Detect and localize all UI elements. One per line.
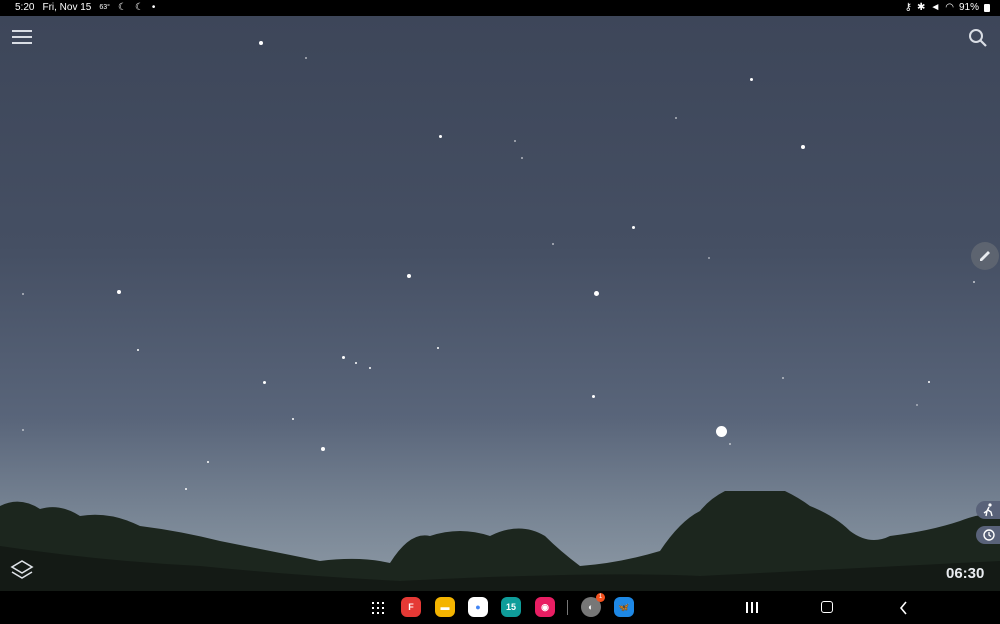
star[interactable] <box>22 429 24 431</box>
star[interactable] <box>521 157 523 159</box>
sky-time-display[interactable]: 06:30 <box>946 565 984 582</box>
home-icon[interactable] <box>821 601 833 613</box>
star[interactable] <box>342 356 345 359</box>
planet[interactable] <box>716 426 727 437</box>
star[interactable] <box>22 293 24 295</box>
history-button[interactable] <box>976 526 1000 544</box>
star[interactable] <box>407 274 411 278</box>
star[interactable] <box>750 78 753 81</box>
layers-icon[interactable] <box>10 558 34 582</box>
back-icon[interactable] <box>898 601 910 615</box>
star[interactable] <box>592 395 595 398</box>
files-app-icon[interactable]: ▬ <box>435 597 455 617</box>
star[interactable] <box>305 57 307 59</box>
search-icon[interactable] <box>968 28 988 48</box>
stargazing-screen: 5:20 Fri, Nov 15 63° ☾ ☾ • ⚷ ✱ ◄ ◠ 91% 0… <box>0 0 1000 624</box>
star[interactable] <box>514 140 516 142</box>
history-icon <box>983 529 995 541</box>
star[interactable] <box>137 349 139 351</box>
star[interactable] <box>207 461 209 463</box>
star[interactable] <box>916 404 918 406</box>
battery-percentage: 91% <box>958 2 979 13</box>
star[interactable] <box>259 41 263 45</box>
calendar-app-icon[interactable]: 15 <box>501 597 521 617</box>
star[interactable] <box>355 362 357 364</box>
star[interactable] <box>185 488 187 490</box>
sky-view[interactable] <box>0 16 1000 591</box>
star[interactable] <box>369 367 371 369</box>
edit-button[interactable] <box>971 242 999 270</box>
edit-icon <box>980 251 990 261</box>
bluetooth-icon: ✱ <box>916 2 926 13</box>
notification-badge: 1 <box>596 593 605 602</box>
star[interactable] <box>782 377 784 379</box>
star[interactable] <box>729 443 731 445</box>
recents-icon[interactable] <box>745 601 759 615</box>
key-icon: ⚷ <box>904 2 912 13</box>
battery-icon <box>984 3 990 12</box>
landscape-silhouette <box>0 491 1000 591</box>
star[interactable] <box>675 117 677 119</box>
chrome-app-icon[interactable]: ● <box>468 597 488 617</box>
flipboard-app-icon[interactable]: F <box>401 597 421 617</box>
status-temp: 63° <box>99 4 110 11</box>
taskbar-divider <box>567 600 568 615</box>
star[interactable] <box>708 257 710 259</box>
star[interactable] <box>439 135 442 138</box>
star[interactable] <box>801 145 805 149</box>
taskbar: F ▬ ● 15 ◉ ◐ 1 🦋 <box>0 591 1000 624</box>
moon-icon: ☾ <box>117 2 127 13</box>
mute-icon: ◄ <box>930 2 941 13</box>
walk-button[interactable] <box>976 501 1000 519</box>
star[interactable] <box>552 243 554 245</box>
moon-icon: ☾ <box>134 2 144 13</box>
star[interactable] <box>437 347 439 349</box>
menu-icon[interactable] <box>12 30 32 46</box>
star[interactable] <box>263 381 266 384</box>
star[interactable] <box>594 291 599 296</box>
status-bar: 5:20 Fri, Nov 15 63° ☾ ☾ • ⚷ ✱ ◄ ◠ 91% <box>0 0 1000 16</box>
status-date: Fri, Nov 15 <box>42 2 92 13</box>
star[interactable] <box>928 381 930 383</box>
dot-icon: • <box>151 2 156 13</box>
bluesky-app-icon[interactable]: 🦋 <box>614 597 634 617</box>
star[interactable] <box>117 290 121 294</box>
screen-recorder-app-icon[interactable]: ◉ <box>535 597 555 617</box>
status-time: 5:20 <box>15 2 35 13</box>
star[interactable] <box>973 281 975 283</box>
walk-icon <box>983 503 993 517</box>
star[interactable] <box>321 447 325 451</box>
star[interactable] <box>632 226 635 229</box>
star[interactable] <box>292 418 294 420</box>
app-drawer-icon[interactable] <box>372 601 386 615</box>
wifi-icon: ◠ <box>945 2 954 13</box>
